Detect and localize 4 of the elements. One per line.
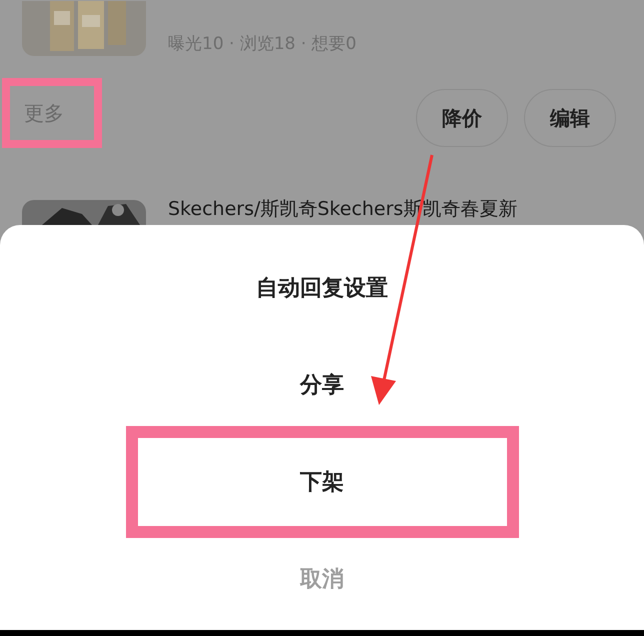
menu-item[interactable]: 自动回复设置: [0, 239, 644, 336]
menu-item[interactable]: 下架: [126, 426, 518, 538]
action-button[interactable]: 编辑: [524, 89, 616, 147]
action-button[interactable]: 降价: [416, 89, 508, 147]
